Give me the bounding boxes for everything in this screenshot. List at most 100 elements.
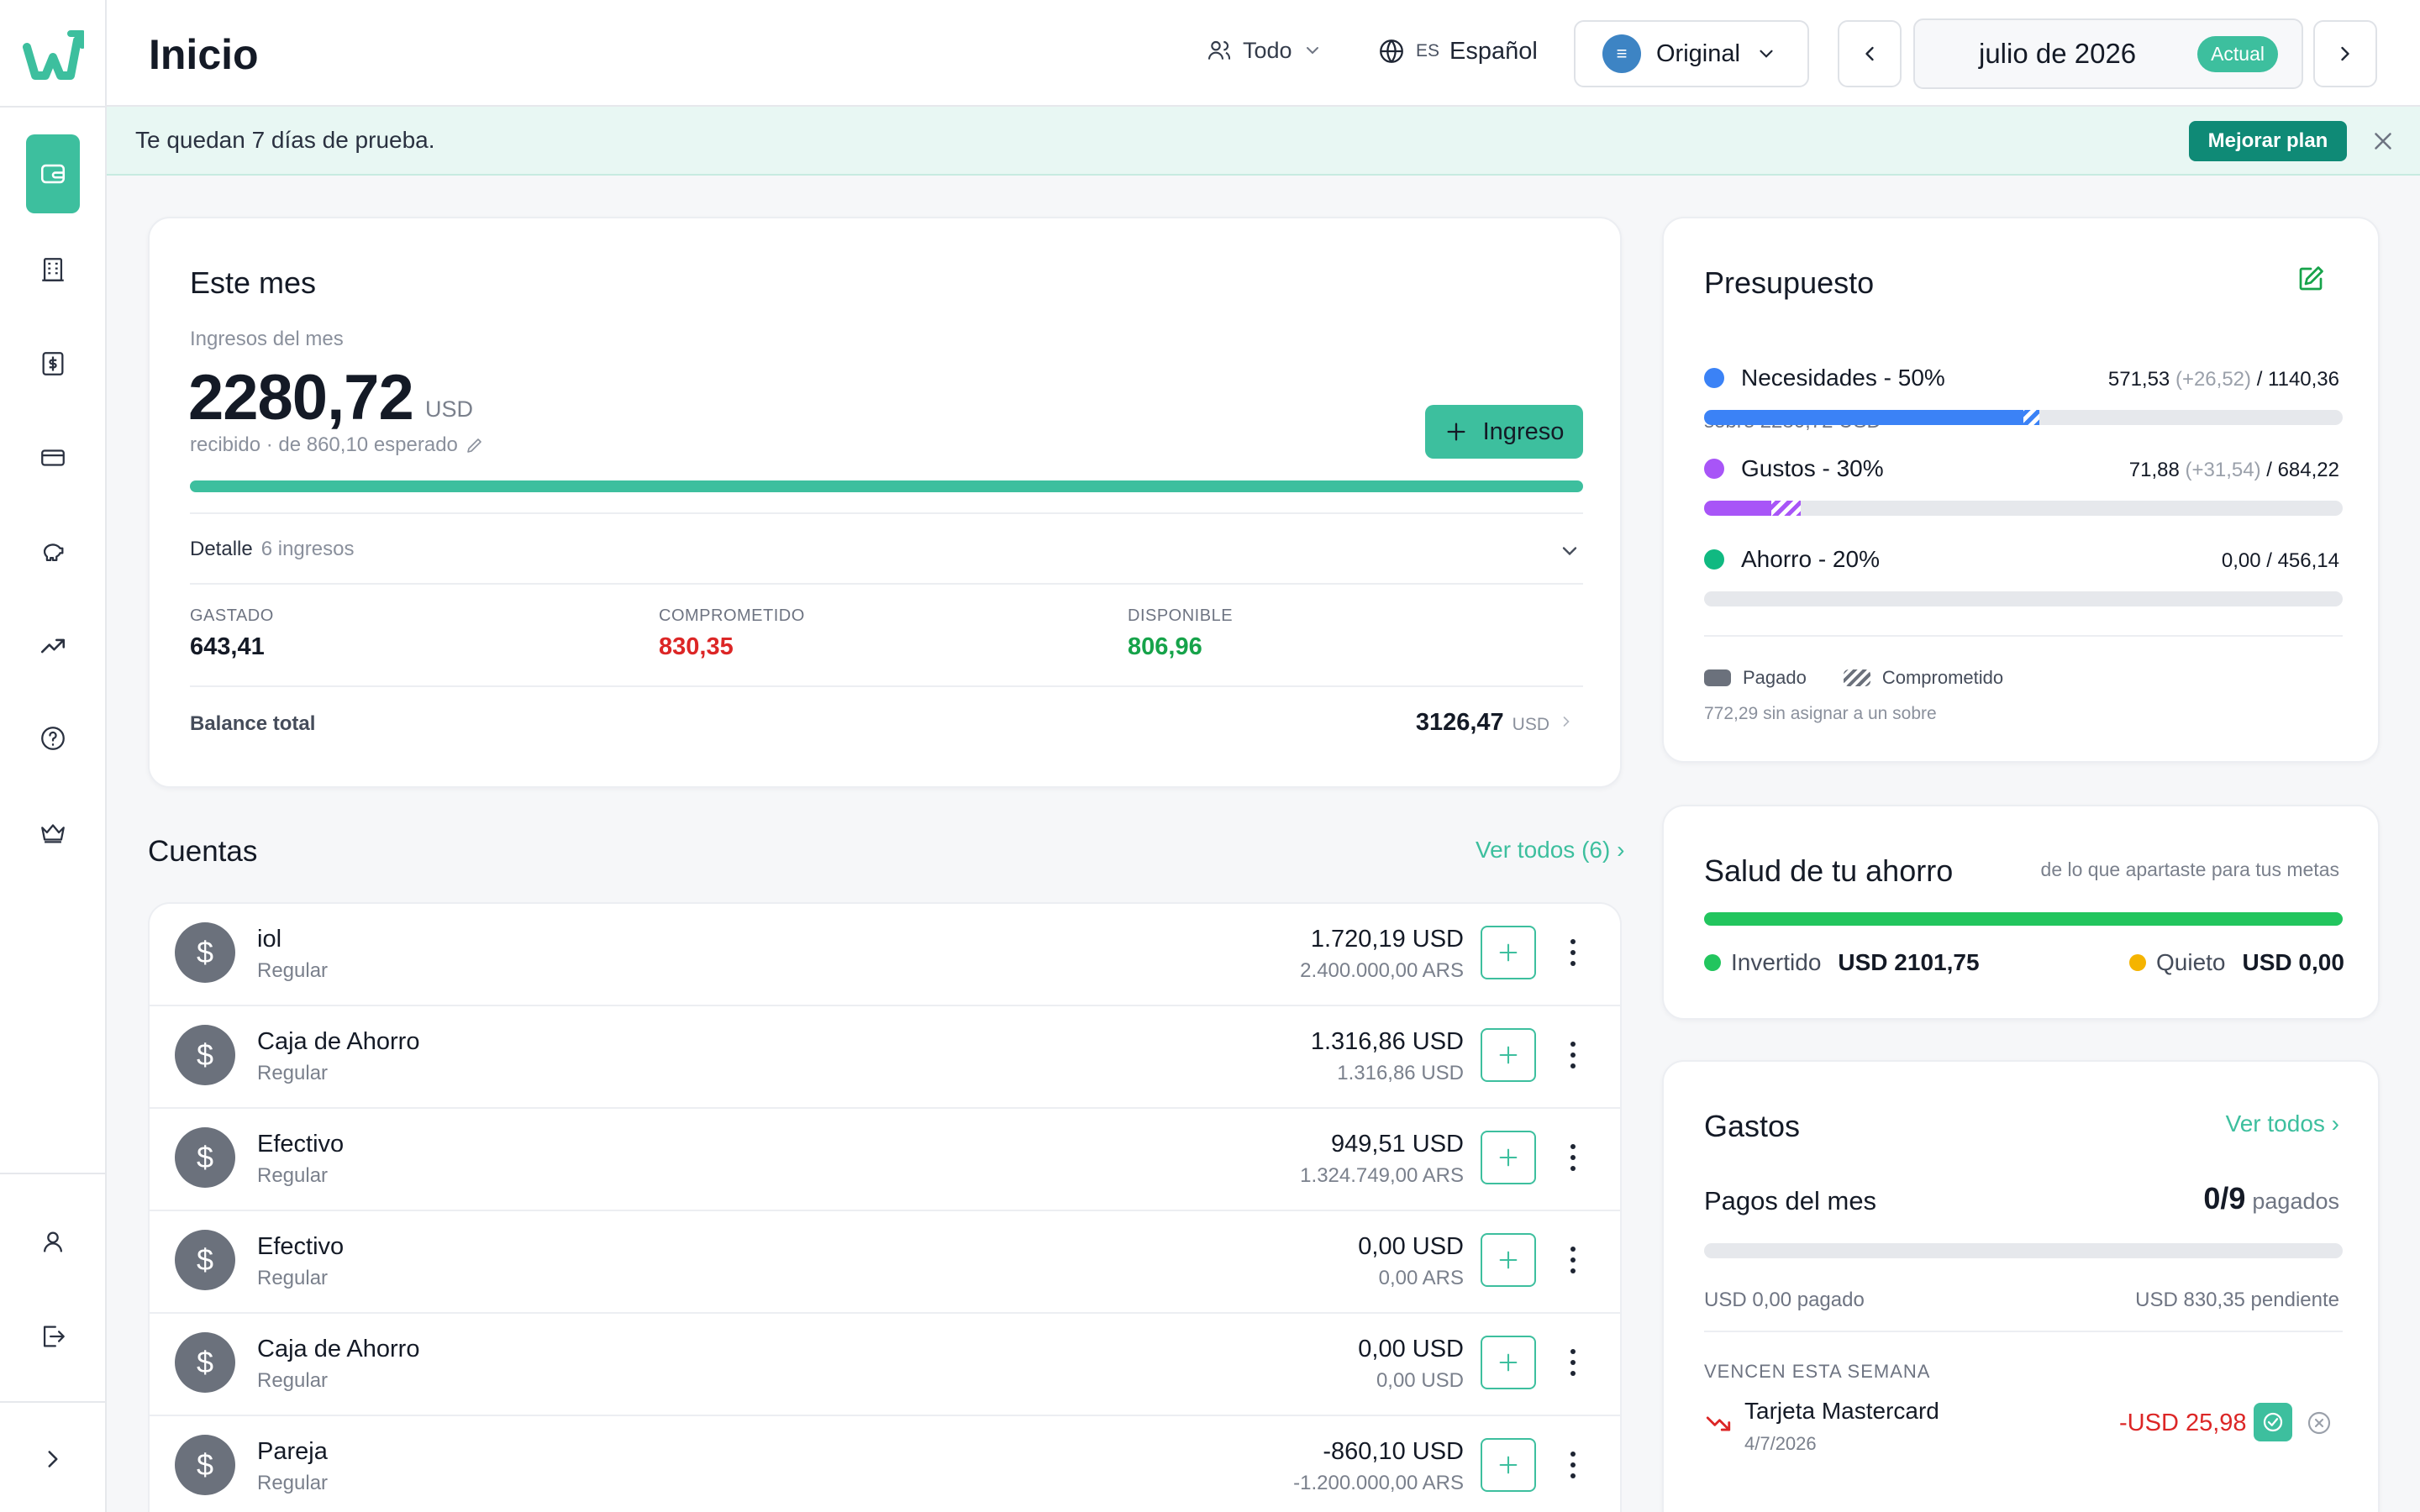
plus-icon: [1499, 1456, 1518, 1474]
sidebar-item-profile[interactable]: [26, 1203, 80, 1282]
spent-value: 643,41: [190, 633, 265, 660]
accounts-view-all-link[interactable]: Ver todos (6) ›: [1476, 837, 1624, 864]
chevron-right-icon: [1563, 717, 1570, 727]
close-icon[interactable]: [2369, 127, 2397, 155]
month-selector[interactable]: julio de 2026 Actual: [1913, 18, 2303, 89]
sidebar-item-cards[interactable]: [26, 418, 80, 497]
pencil-icon[interactable]: [465, 435, 485, 455]
expenses-title: Gastos: [1704, 1109, 1801, 1143]
budget-row-savings[interactable]: Ahorro - 20%: [1704, 546, 1880, 573]
chevron-down-icon: [1760, 50, 1773, 58]
dollar-doc-icon: [42, 352, 64, 375]
account-row[interactable]: $ Caja de Ahorro Regular 0,00 USD 0,00 U…: [150, 1314, 1620, 1416]
more-options-icon[interactable]: [1563, 934, 1583, 971]
sidebar-item-savings[interactable]: [26, 512, 80, 591]
payments-progress-bar: [1704, 1243, 2343, 1258]
dismiss-icon[interactable]: [2306, 1410, 2333, 1436]
budget-dot: [1704, 368, 1724, 388]
mark-paid-button[interactable]: [2254, 1403, 2292, 1441]
budget-legend: Pagado Comprometido: [1704, 667, 2003, 689]
budget-used: 71,88: [2128, 459, 2180, 481]
current-month-badge: Actual: [2197, 35, 2278, 72]
account-name: Efectivo: [257, 1233, 345, 1260]
total-balance-link[interactable]: 3126,47 USD: [1416, 709, 1575, 737]
member-filter-label: Todo: [1243, 37, 1292, 63]
legend-committed-label: Comprometido: [1881, 667, 2004, 688]
income-received-info: recibido · de 860,10 esperado: [190, 433, 485, 457]
due-item-name: Tarjeta Mastercard: [1744, 1398, 1939, 1424]
sidebar-separator: [0, 1401, 107, 1403]
logout-icon: [43, 1326, 65, 1347]
account-row[interactable]: $ iol Regular 1.720,19 USD 2.400.000,00 …: [150, 904, 1620, 1006]
add-transaction-button[interactable]: [1481, 1438, 1536, 1492]
account-sub-amount: 0,00 USD: [1376, 1369, 1464, 1392]
expenses-view-all-link[interactable]: Ver todos ›: [2226, 1110, 2339, 1137]
account-amount: 0,00 USD: [1358, 1336, 1464, 1362]
sidebar-item-premium[interactable]: [26, 793, 80, 872]
account-name: Caja de Ahorro: [257, 1336, 420, 1362]
savings-health-bar: [1704, 912, 2343, 926]
add-transaction-button[interactable]: [1481, 926, 1536, 979]
account-name: iol: [257, 926, 282, 953]
view-mode-dropdown[interactable]: ≡ Original: [1574, 20, 1809, 87]
payments-count: 0/9 pagados: [2203, 1181, 2339, 1216]
more-options-icon[interactable]: [1563, 1242, 1583, 1278]
add-income-button[interactable]: Ingreso: [1425, 405, 1583, 459]
add-transaction-button[interactable]: [1481, 1336, 1536, 1389]
language-selector[interactable]: ES Español: [1377, 37, 1538, 66]
next-month-button[interactable]: [2313, 20, 2377, 87]
sidebar-item-home[interactable]: [26, 134, 80, 213]
language-code: ES: [1416, 41, 1440, 60]
income-label: Ingresos del mes: [190, 328, 344, 350]
budget-row-wants[interactable]: Gustos - 30%: [1704, 455, 1884, 482]
add-transaction-button[interactable]: [1481, 1233, 1536, 1287]
idle-label: Quieto: [2156, 949, 2226, 975]
budget-dot: [1704, 459, 1724, 479]
more-options-icon[interactable]: [1563, 1139, 1583, 1176]
sidebar-item-logout[interactable]: [26, 1297, 80, 1376]
add-transaction-button[interactable]: [1481, 1028, 1536, 1082]
language-label: Español: [1449, 37, 1538, 65]
budget-row-needs[interactable]: Necesidades - 50%: [1704, 365, 1945, 391]
account-row[interactable]: $ Caja de Ahorro Regular 1.316,86 USD 1.…: [150, 1006, 1620, 1109]
budget-row-label: Ahorro - 20%: [1741, 546, 1880, 572]
prev-month-button[interactable]: [1838, 20, 1902, 87]
sidebar-item-transactions[interactable]: [26, 324, 80, 403]
account-row[interactable]: $ Efectivo Regular 0,00 USD 0,00 ARS: [150, 1211, 1620, 1314]
account-type: Regular: [257, 1472, 329, 1494]
chevron-right-icon: [48, 1451, 58, 1467]
edit-icon[interactable]: [2296, 264, 2326, 294]
more-options-icon[interactable]: [1563, 1037, 1583, 1074]
pending-text: USD 830,35 pendiente: [2135, 1289, 2339, 1311]
detail-toggle[interactable]: Detalle 6 ingresos: [190, 538, 354, 561]
chevron-down-icon[interactable]: [1558, 539, 1581, 563]
piggy-bank-icon: [43, 543, 64, 562]
budget-dot: [1704, 549, 1724, 570]
account-type: Regular: [257, 1062, 329, 1084]
this-month-title: Este mes: [190, 265, 317, 300]
member-filter-dropdown[interactable]: Todo: [1206, 37, 1323, 64]
account-row[interactable]: $ Efectivo Regular 949,51 USD 1.324.749,…: [150, 1109, 1620, 1211]
view-mode-label: Original: [1656, 39, 1740, 67]
due-this-week-label: VENCEN ESTA SEMANA: [1704, 1361, 1931, 1382]
plus-icon: [1499, 943, 1518, 962]
available-value: 806,96: [1128, 633, 1202, 660]
budget-bar-fill: [1704, 410, 2039, 425]
sidebar-item-help[interactable]: [26, 699, 80, 778]
more-options-icon[interactable]: [1563, 1344, 1583, 1381]
sidebar-item-investments[interactable]: [26, 606, 80, 685]
add-transaction-button[interactable]: [1481, 1131, 1536, 1184]
account-sub-amount: -1.200.000,00 ARS: [1293, 1472, 1464, 1494]
dollar-icon: $: [175, 922, 235, 983]
budget-total: / 684,22: [2266, 459, 2339, 481]
invested-stat: Invertido USD 2101,75: [1704, 949, 1980, 976]
upgrade-plan-button[interactable]: Mejorar plan: [2189, 121, 2347, 161]
sidebar-item-reports[interactable]: [26, 230, 80, 309]
invested-value: USD 2101,75: [1838, 949, 1980, 975]
plus-icon: [1499, 1353, 1518, 1372]
account-row[interactable]: $ Pareja Regular -860,10 USD -1.200.000,…: [150, 1416, 1620, 1512]
more-options-icon[interactable]: [1563, 1446, 1583, 1483]
account-amount: 0,00 USD: [1358, 1233, 1464, 1260]
app-logo[interactable]: [22, 22, 86, 84]
sidebar-expand-button[interactable]: [26, 1420, 80, 1499]
